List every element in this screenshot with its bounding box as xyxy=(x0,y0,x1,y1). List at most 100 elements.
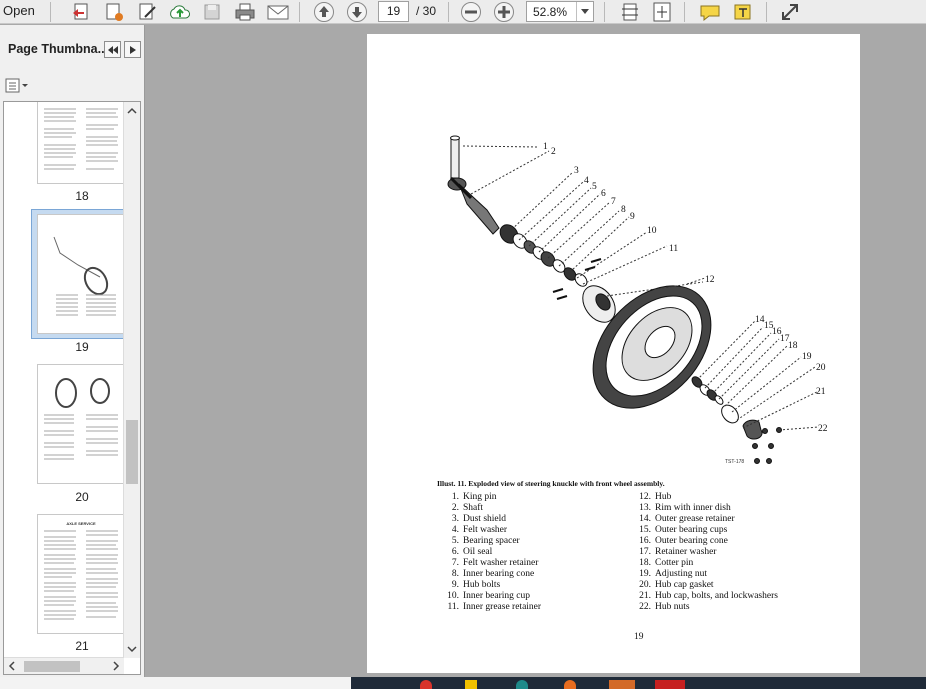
create-pdf-icon[interactable] xyxy=(68,1,94,23)
taskbar-search-box[interactable] xyxy=(0,677,351,689)
fit-width-icon[interactable] xyxy=(617,1,643,23)
callout: 12 xyxy=(705,275,715,285)
parts-list-item: 16. Outer bearing cone xyxy=(623,536,778,547)
edit-pdf-icon[interactable] xyxy=(101,1,127,23)
options-icon xyxy=(5,78,28,92)
chevron-down-icon[interactable] xyxy=(576,2,593,21)
part-name: Felt washer retainer xyxy=(463,558,539,568)
parts-list-item: 20. Hub cap gasket xyxy=(623,580,778,591)
parts-list-item: 2. Shaft xyxy=(431,503,541,514)
thumbnail-preview xyxy=(53,236,116,316)
zoom-out-icon[interactable] xyxy=(458,1,484,23)
highlight-icon[interactable] xyxy=(730,1,756,23)
comment-icon[interactable] xyxy=(697,1,723,23)
taskbar xyxy=(0,677,926,689)
part-number: 18. xyxy=(639,558,651,568)
open-button[interactable]: Open xyxy=(3,3,35,18)
callout: 3 xyxy=(574,166,579,176)
save-icon[interactable] xyxy=(199,1,225,23)
parts-list-left: 1. King pin 2. Shaft 3. Dust shield 4. Felt was… xyxy=(431,492,541,613)
outer-bearing-parts xyxy=(691,376,782,464)
callout: 6 xyxy=(601,189,606,199)
callout: 19 xyxy=(802,352,812,362)
part-number: 17. xyxy=(639,547,651,557)
thumbnail-preview xyxy=(44,530,118,620)
part-number: 8. xyxy=(451,569,459,579)
scroll-up-icon[interactable] xyxy=(124,105,140,117)
horizontal-scrollbar[interactable] xyxy=(4,657,124,674)
thumbnail-preview xyxy=(44,108,118,170)
part-number: 4. xyxy=(451,525,459,535)
scrollbar-thumb[interactable] xyxy=(126,420,138,484)
part-number: 7. xyxy=(451,558,459,568)
part-name: Inner grease retainer xyxy=(463,602,542,612)
part-name: Outer bearing cone xyxy=(655,536,728,546)
collapse-panel-button[interactable] xyxy=(104,41,121,58)
page-thumbnail-20[interactable] xyxy=(37,364,125,484)
parts-list-item: 6. Oil seal xyxy=(431,547,541,558)
page-thumbnail-21[interactable]: AXLE SERVICE xyxy=(37,514,125,634)
part-name: Felt washer xyxy=(463,525,508,535)
upload-icon[interactable] xyxy=(167,1,193,23)
vertical-scrollbar[interactable] xyxy=(123,102,140,658)
taskbar-app-icon[interactable] xyxy=(655,680,685,689)
taskbar-app-icon[interactable] xyxy=(516,680,528,689)
thumbnail-options-button[interactable] xyxy=(5,77,31,94)
page-number-input[interactable]: 19 xyxy=(378,1,409,22)
taskbar-app-icon[interactable] xyxy=(465,680,477,689)
scroll-left-icon[interactable] xyxy=(6,658,18,674)
zoom-in-icon[interactable] xyxy=(491,1,517,23)
scroll-down-icon[interactable] xyxy=(124,643,140,655)
taskbar-app-icon[interactable] xyxy=(420,680,432,689)
part-name: Outer grease retainer xyxy=(655,514,735,524)
callout: 9 xyxy=(630,212,635,222)
page-thumbnail-18[interactable] xyxy=(37,102,125,184)
callout: 10 xyxy=(647,226,657,236)
part-number: 20. xyxy=(639,580,651,590)
part-number: 2. xyxy=(451,503,459,513)
scrollbar-thumb[interactable] xyxy=(24,661,80,672)
parts-list-item: 7. Felt washer retainer xyxy=(431,558,541,569)
callout: 8 xyxy=(621,205,626,215)
part-number: 19. xyxy=(639,569,651,579)
full-screen-icon[interactable] xyxy=(777,1,803,23)
toolbar-separator xyxy=(766,2,767,22)
email-icon[interactable] xyxy=(265,1,291,23)
taskbar-app-icon[interactable] xyxy=(564,680,576,689)
parts-list-right: 12. Hub 13. Rim with inner dish 14. Outer gre… xyxy=(623,492,778,613)
thumbnail-list[interactable]: 18 19 20 AXLE SERVICE 21 xyxy=(3,101,141,675)
figure-caption: Illust. 11. Exploded view of steering kn… xyxy=(437,479,665,488)
part-name: Adjusting nut xyxy=(655,569,707,579)
document-page: 1 2 3 4 5 6 7 8 9 10 11 12 13 14 15 16 1… xyxy=(367,34,860,673)
callout: 22 xyxy=(818,424,828,434)
fit-page-icon[interactable] xyxy=(649,1,675,23)
thumbnail-page-number: 19 xyxy=(75,340,89,354)
scroll-right-icon[interactable] xyxy=(110,658,122,674)
taskbar-app-icon[interactable] xyxy=(609,680,635,689)
toolbar: Open 19 / 30 52.8% xyxy=(0,0,926,24)
zoom-select[interactable]: 52.8% xyxy=(526,1,594,22)
part-name: Rim with inner dish xyxy=(655,503,731,513)
part-name: Hub xyxy=(655,492,672,502)
part-number: 5. xyxy=(451,536,459,546)
toolbar-separator xyxy=(448,2,449,22)
sign-icon[interactable] xyxy=(134,1,160,23)
parts-list-item: 14. Outer grease retainer xyxy=(623,514,778,525)
page-total: / 30 xyxy=(416,4,437,18)
previous-page-icon[interactable] xyxy=(311,1,337,23)
page-thumbnail-19[interactable] xyxy=(37,214,125,334)
part-name: Oil seal xyxy=(463,547,493,557)
expand-panel-button[interactable] xyxy=(124,41,141,58)
panel-title: Page Thumbna... xyxy=(8,42,109,56)
parts-list-item: 5. Bearing spacer xyxy=(431,536,541,547)
toolbar-separator xyxy=(50,2,51,22)
next-page-icon[interactable] xyxy=(344,1,370,23)
part-name: Inner bearing cup xyxy=(463,591,530,601)
drawing-code: TST-178 xyxy=(725,459,745,465)
part-number: 12. xyxy=(639,492,651,502)
callout: 20 xyxy=(816,363,826,373)
toolbar-separator xyxy=(299,2,300,22)
thumbnail-page-number: 21 xyxy=(75,639,89,653)
part-name: Outer bearing cups xyxy=(655,525,728,535)
print-icon[interactable] xyxy=(232,1,258,23)
